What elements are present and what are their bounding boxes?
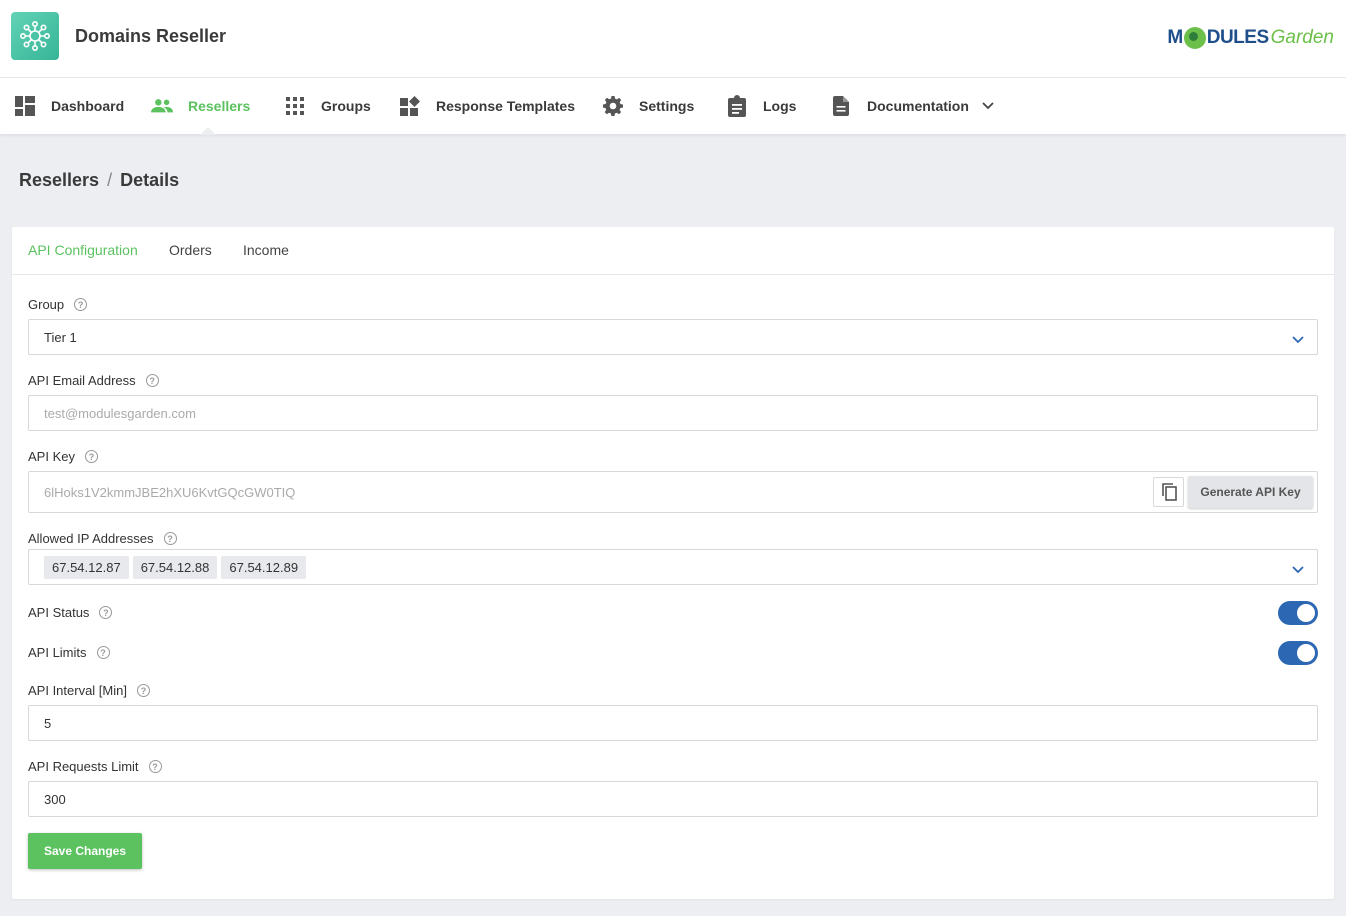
api-limits-label-text: API Limits — [28, 645, 87, 660]
ip-chip[interactable]: 67.54.12.88 — [132, 555, 218, 579]
api-key-label-text: API Key — [28, 449, 75, 464]
ip-chip[interactable]: 67.54.12.89 — [221, 555, 307, 579]
generate-api-key-button[interactable]: Generate API Key — [1188, 476, 1313, 508]
breadcrumb-current: Details — [120, 170, 180, 190]
api-limits-toggle[interactable] — [1278, 641, 1318, 665]
nav-dashboard-label: Dashboard — [51, 98, 125, 114]
api-interval-field[interactable]: 5 — [28, 705, 1318, 741]
tab-api-configuration[interactable]: API Configuration — [28, 242, 138, 258]
nav-logs[interactable]: Logs — [726, 78, 796, 134]
breadcrumb-parent[interactable]: Resellers — [19, 170, 99, 190]
brand-text-garden: Garden — [1270, 27, 1334, 48]
copy-icon — [1160, 482, 1178, 502]
api-requests-limit-label-text: API Requests Limit — [28, 759, 139, 774]
help-icon[interactable]: ? — [74, 298, 88, 311]
api-key-label: API Key? — [28, 449, 98, 464]
ip-chip[interactable]: 67.54.12.87 — [44, 555, 129, 579]
tab-bar: API Configuration Orders Income — [12, 227, 1334, 275]
copy-button[interactable] — [1153, 477, 1184, 507]
api-email-label: API Email Address? — [28, 373, 159, 388]
group-label: Group? — [28, 297, 88, 312]
api-email-placeholder: test@modulesgarden.com — [44, 405, 196, 421]
breadcrumb-separator: / — [107, 170, 113, 190]
allowed-ip-select[interactable]: 67.54.12.87 67.54.12.88 67.54.12.89 — [28, 549, 1318, 585]
api-interval-label: API Interval [Min]? — [28, 683, 150, 698]
widgets-icon — [399, 95, 421, 117]
details-card: API Configuration Orders Income Group? T… — [12, 227, 1334, 899]
dashboard-icon — [14, 95, 36, 117]
app-logo-icon[interactable] — [11, 12, 59, 60]
help-icon[interactable]: ? — [148, 760, 162, 773]
allowed-ip-label: Allowed IP Addresses? — [28, 531, 177, 546]
group-select[interactable]: Tier 1 — [28, 319, 1318, 355]
chevron-down-icon — [1292, 332, 1304, 347]
people-icon — [151, 95, 173, 117]
save-changes-button[interactable]: Save Changes — [28, 833, 142, 869]
tab-orders[interactable]: Orders — [169, 242, 212, 258]
api-status-toggle[interactable] — [1278, 601, 1318, 625]
grid-icon — [284, 95, 306, 117]
group-label-text: Group — [28, 297, 65, 312]
document-icon — [830, 95, 852, 117]
clipboard-icon — [726, 95, 748, 117]
nav-response-templates-label: Response Templates — [436, 98, 576, 114]
nav-documentation-label: Documentation — [867, 98, 969, 114]
nav-resellers-label: Resellers — [188, 98, 251, 114]
nav-dashboard[interactable]: Dashboard — [14, 78, 124, 134]
api-status-label: API Status? — [28, 605, 113, 620]
app-title: Domains Reseller — [75, 26, 227, 46]
brand-text-m: M — [1167, 27, 1183, 48]
help-icon[interactable]: ? — [136, 684, 150, 697]
breadcrumb: Resellers / Details — [19, 170, 179, 191]
group-select-value: Tier 1 — [44, 329, 77, 345]
nav-settings-label: Settings — [639, 98, 695, 114]
globe-icon — [1183, 27, 1206, 49]
nav-settings[interactable]: Settings — [602, 78, 694, 134]
help-icon[interactable]: ? — [145, 374, 159, 387]
api-requests-limit-label: API Requests Limit? — [28, 759, 162, 774]
help-icon[interactable]: ? — [163, 532, 177, 545]
api-key-field[interactable]: 6lHoks1V2kmmJBE2hXU6KvtGQcGW0TIQ Generat… — [28, 471, 1318, 513]
api-email-label-text: API Email Address — [28, 373, 136, 388]
top-bar: Domains Reseller M DULES Garden — [0, 0, 1346, 78]
api-status-label-text: API Status — [28, 605, 90, 620]
api-key-value: 6lHoks1V2kmmJBE2hXU6KvtGQcGW0TIQ — [44, 484, 296, 500]
nav-resellers[interactable]: Resellers — [151, 78, 250, 134]
nav-logs-label: Logs — [763, 98, 797, 114]
nav-groups-label: Groups — [321, 98, 371, 114]
api-email-field[interactable]: test@modulesgarden.com — [28, 395, 1318, 431]
modulesgarden-logo[interactable]: M DULES Garden — [1167, 24, 1334, 52]
help-icon[interactable]: ? — [84, 450, 98, 463]
chevron-down-icon — [1292, 562, 1304, 577]
active-nav-indicator — [200, 127, 216, 135]
api-interval-value: 5 — [44, 715, 52, 731]
api-limits-label: API Limits? — [28, 645, 110, 660]
tab-income[interactable]: Income — [243, 242, 289, 258]
nav-response-templates[interactable]: Response Templates — [399, 78, 575, 134]
help-icon[interactable]: ? — [99, 606, 113, 619]
help-icon[interactable]: ? — [96, 646, 110, 659]
api-interval-label-text: API Interval [Min] — [28, 683, 127, 698]
main-nav: Dashboard Resellers Groups Response Temp… — [0, 78, 1346, 135]
allowed-ip-label-text: Allowed IP Addresses — [28, 531, 154, 546]
api-requests-limit-value: 300 — [44, 791, 66, 807]
gear-icon — [602, 95, 624, 117]
chevron-down-icon[interactable] — [982, 102, 994, 110]
brand-text-dules: DULES — [1206, 27, 1269, 48]
api-requests-limit-field[interactable]: 300 — [28, 781, 1318, 817]
nav-documentation[interactable]: Documentation — [830, 78, 994, 134]
nav-groups[interactable]: Groups — [284, 78, 371, 134]
